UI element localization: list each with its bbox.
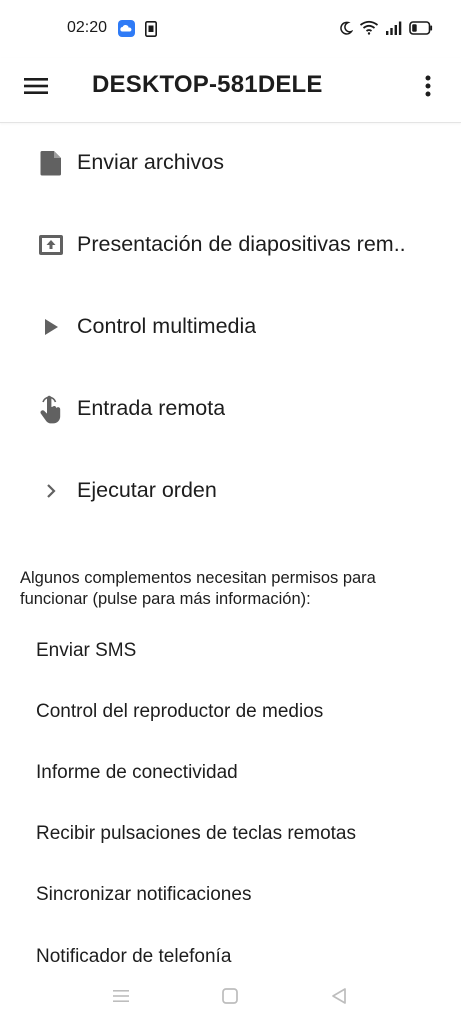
moon-icon: [339, 21, 354, 40]
recents-button[interactable]: [107, 986, 135, 1010]
plugin-label: Entrada remota: [77, 396, 226, 420]
status-right-icons: [339, 20, 433, 40]
touch-hand-icon: [36, 394, 66, 424]
plugin-send-files[interactable]: Enviar archivos: [0, 128, 461, 198]
wifi-icon: [359, 20, 379, 40]
back-triangle-icon: [330, 987, 348, 1010]
permission-label: Enviar SMS: [36, 640, 137, 661]
page-title: DESKTOP-581DELE: [92, 71, 323, 98]
menu-button[interactable]: [20, 72, 52, 104]
plugin-label: Control multimedia: [77, 314, 257, 338]
signal-icon: [385, 21, 403, 40]
permission-label: Informe de conectividad: [36, 762, 238, 783]
plugin-presentation[interactable]: Presentación de diapositivas rem..: [0, 210, 461, 280]
status-left-icons: [118, 20, 157, 42]
plugin-label: Ejecutar orden: [77, 478, 217, 502]
permission-item-connectivity[interactable]: Informe de conectividad: [0, 750, 461, 800]
plugin-run-command[interactable]: Ejecutar orden: [0, 456, 461, 526]
overflow-menu-button[interactable]: [411, 70, 445, 106]
play-icon: [36, 312, 66, 342]
more-vertical-icon: [424, 74, 432, 103]
permissions-note[interactable]: Algunos complementos necesitan permisos …: [20, 568, 440, 610]
permission-item-send-sms[interactable]: Enviar SMS: [0, 628, 461, 678]
permission-item-remote-keys[interactable]: Recibir pulsaciones de teclas remotas: [0, 811, 461, 861]
plugin-multimedia-control[interactable]: Control multimedia: [0, 292, 461, 362]
permission-label: Recibir pulsaciones de teclas remotas: [36, 823, 356, 844]
app-bar: DESKTOP-581DELE: [0, 58, 461, 123]
sim-card-icon: [145, 20, 157, 42]
status-time: 02:20: [67, 19, 108, 36]
system-nav-bar: [0, 976, 461, 1024]
presentation-icon: [36, 230, 66, 260]
hamburger-menu-icon: [23, 76, 49, 101]
plugin-remote-input[interactable]: Entrada remota: [0, 374, 461, 444]
permission-item-notifications[interactable]: Sincronizar notificaciones: [0, 872, 461, 922]
cloud-app-icon: [118, 20, 135, 42]
permission-label: Notificador de telefonía: [36, 946, 232, 967]
permission-label: Sincronizar notificaciones: [36, 884, 252, 905]
plugin-label: Presentación de diapositivas rem..: [77, 232, 406, 256]
permission-label: Control del reproductor de medios: [36, 701, 324, 722]
home-button[interactable]: [216, 986, 244, 1010]
file-icon: [36, 148, 66, 178]
plugin-label: Enviar archivos: [77, 150, 224, 174]
home-square-icon: [221, 987, 239, 1010]
battery-icon: [409, 20, 433, 40]
permission-item-media-player[interactable]: Control del reproductor de medios: [0, 689, 461, 739]
back-button[interactable]: [325, 986, 353, 1010]
status-bar: 02:20: [0, 0, 461, 58]
chevron-right-icon: [36, 476, 66, 506]
recents-menu-icon: [112, 988, 130, 1009]
